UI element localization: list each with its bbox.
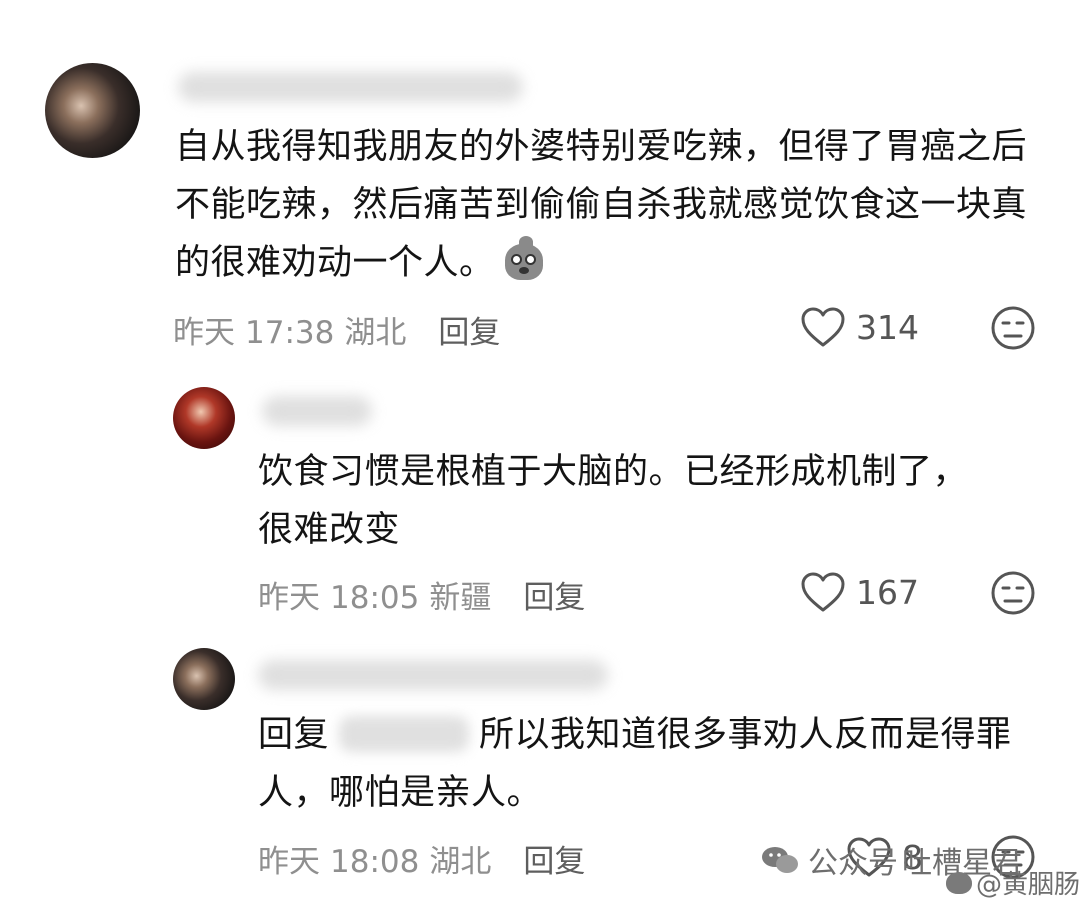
reply-button[interactable]: 回复 <box>438 315 500 351</box>
comment-location: 湖北 <box>429 844 492 880</box>
comment-text: 自从我得知我朋友的外婆特别爱吃辣，但得了胃癌之后不能吃辣，然后痛苦到偷偷自杀我就… <box>175 127 1028 283</box>
avatar[interactable] <box>45 63 140 158</box>
username-blurred[interactable] <box>262 396 372 426</box>
weibo-icon <box>946 871 972 894</box>
comment-time: 17:38 <box>245 315 335 351</box>
dislike-face-icon[interactable] <box>990 305 1036 351</box>
reply-prefix: 回复 <box>258 715 330 755</box>
username-blurred[interactable] <box>258 660 608 690</box>
comment-meta: 昨天 17:38 湖北 回复 <box>173 307 510 352</box>
like-button[interactable]: 314 <box>800 306 919 348</box>
like-count: 167 <box>856 572 919 612</box>
heart-icon <box>801 307 845 347</box>
comment-text: 回复 所以我知道很多事劝人反而是得罪人，哪怕是亲人。 <box>258 715 1012 813</box>
watermark-weibo-handle: @黄胭肠 <box>976 870 1080 900</box>
comment-text: 饮食习惯是根植于大脑的。已经形成机制了，很难改变 <box>258 452 969 550</box>
avatar[interactable] <box>173 648 235 710</box>
surprised-bird-emoji-icon <box>501 236 547 282</box>
avatar[interactable] <box>173 387 235 449</box>
comment-date: 昨天 <box>258 844 320 880</box>
comment-meta: 昨天 18:08 湖北 回复 <box>258 836 595 881</box>
comment-location: 新疆 <box>429 580 492 616</box>
weibo-watermark: @黄胭肠 <box>940 864 1080 901</box>
dislike-face-icon[interactable] <box>990 570 1036 616</box>
like-count: 314 <box>856 307 919 347</box>
comment-date: 昨天 <box>173 315 235 351</box>
comment-time: 18:05 <box>330 580 420 616</box>
username-blurred[interactable] <box>178 72 523 102</box>
comment-location: 湖北 <box>344 315 407 351</box>
like-button[interactable]: 167 <box>800 571 919 613</box>
reply-button[interactable]: 回复 <box>523 844 585 880</box>
comment-meta: 昨天 18:05 新疆 回复 <box>258 572 595 617</box>
reply-button[interactable]: 回复 <box>523 580 585 616</box>
comment-date: 昨天 <box>258 580 320 616</box>
wechat-icon <box>762 847 798 873</box>
heart-icon <box>801 572 845 612</box>
reply-target-blurred[interactable] <box>339 716 470 752</box>
comment-time: 18:08 <box>330 844 420 880</box>
comment-item: 自从我得知我朋友的外婆特别爱吃辣，但得了胃癌之后不能吃辣，然后痛苦到偷偷自杀我就… <box>0 0 1080 380</box>
watermark-wechat-label: 公众号 <box>808 846 898 881</box>
